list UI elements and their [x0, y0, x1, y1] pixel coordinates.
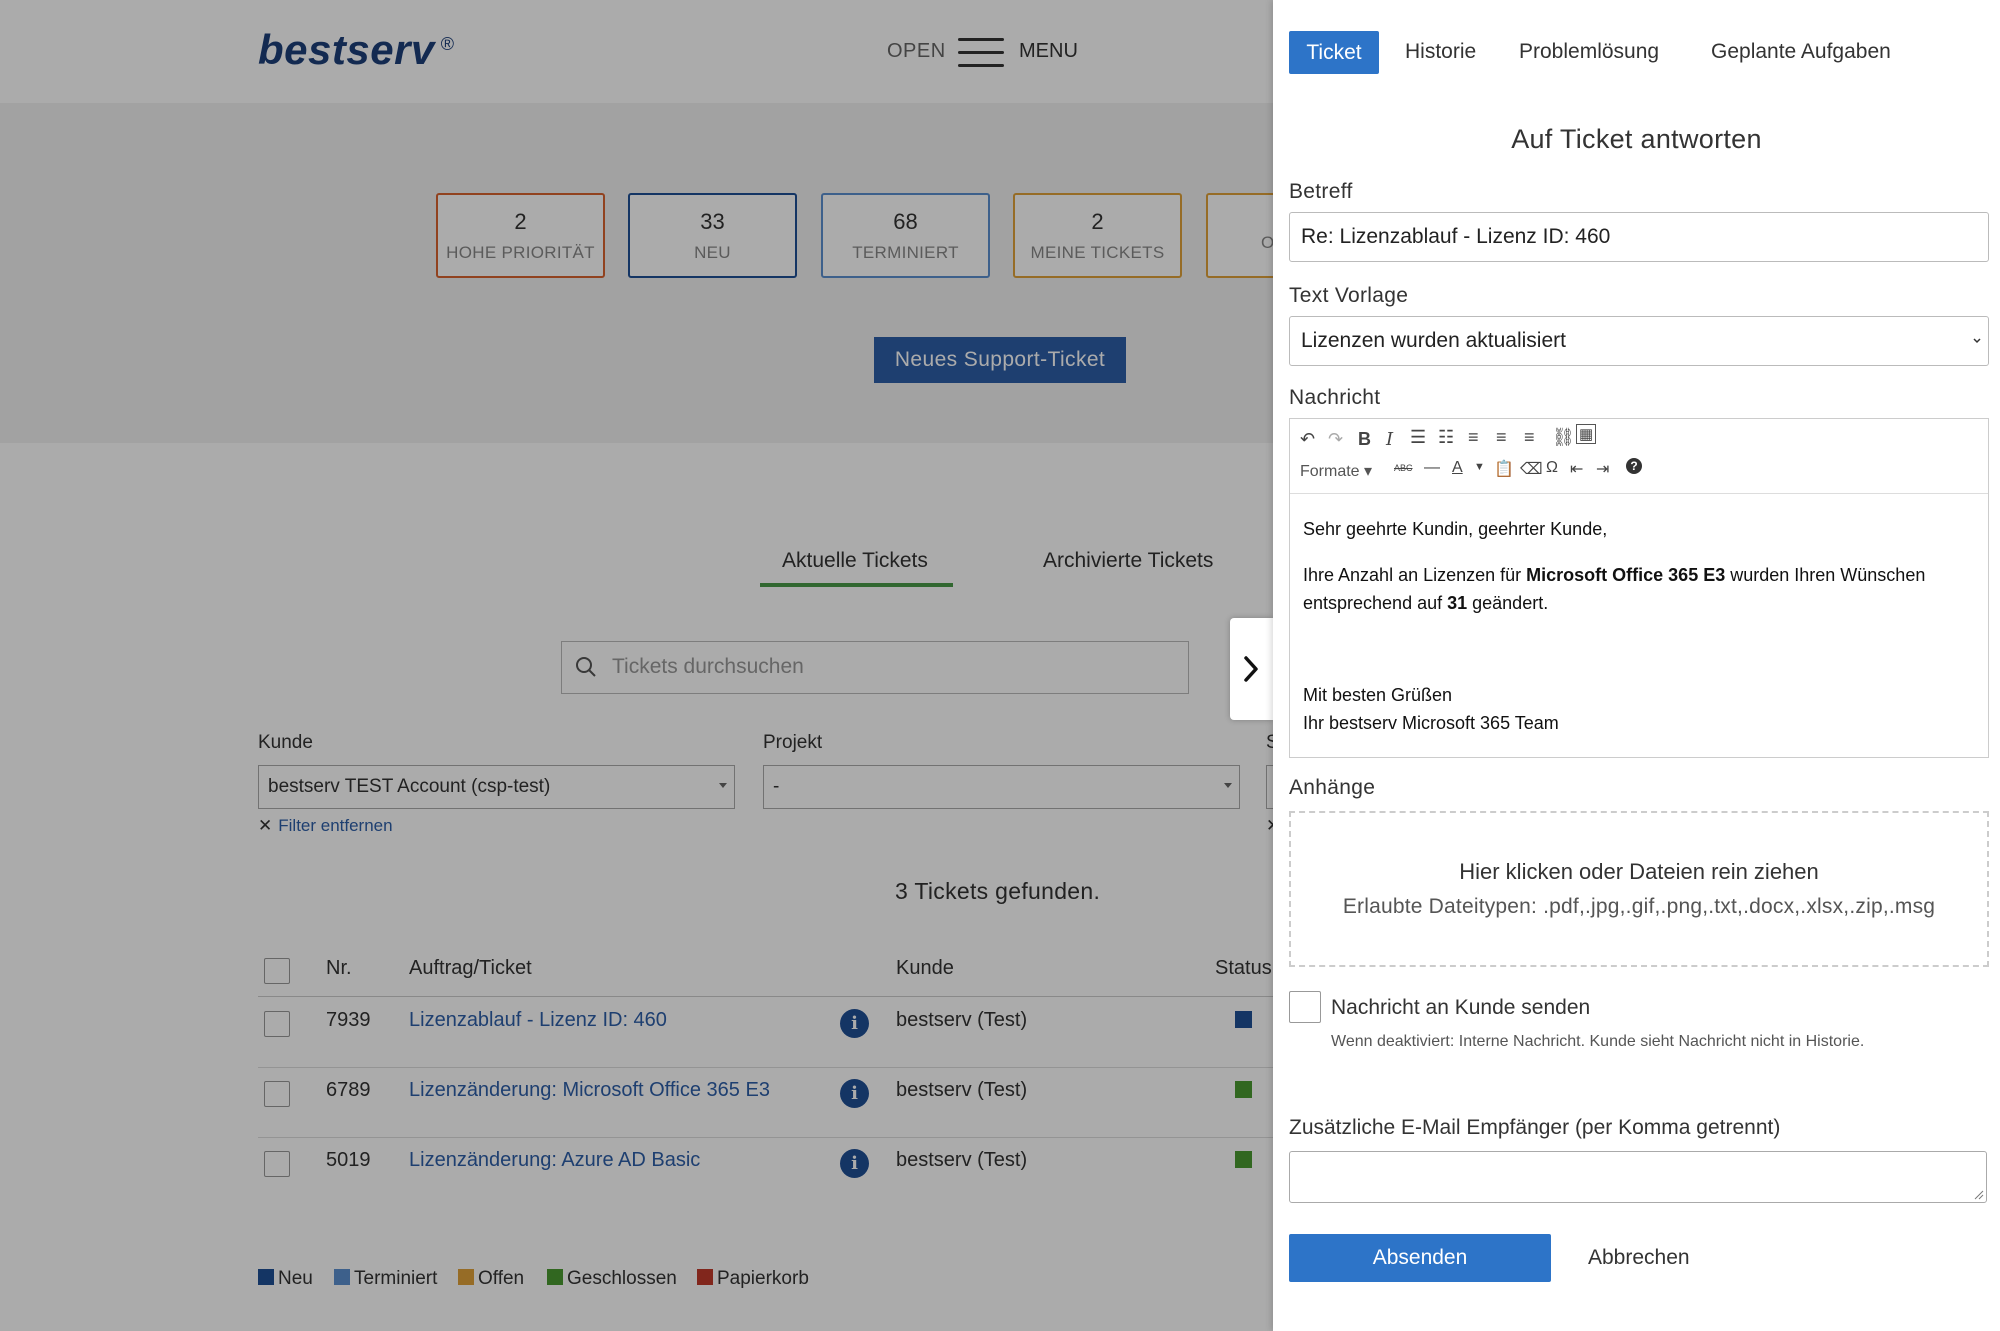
- chevron-down-icon[interactable]: ▼: [1474, 461, 1485, 473]
- editor-toolbar: ↶ ↷ B I ☰ ☷ ≡ ≡ ≡ ⛓ ▦ Formate ▾ ABC — A …: [1290, 419, 1988, 494]
- chevron-right-icon: [1244, 656, 1258, 682]
- dropzone-allowed-types: Erlaubte Dateitypen: .pdf,.jpg,.gif,.png…: [1342, 895, 1936, 918]
- subject-input[interactable]: Re: Lizenzablauf - Lizenz ID: 460: [1289, 212, 1989, 262]
- toolbar-toggle-icon[interactable]: ▦: [1576, 424, 1597, 444]
- extra-email-input[interactable]: [1289, 1151, 1987, 1203]
- dropzone-instruction: Hier klicken oder Dateien rein ziehen: [1459, 859, 1819, 884]
- message-paragraph: Ihre Anzahl an Lizenzen für Microsoft Of…: [1303, 565, 1926, 585]
- send-to-customer-checkbox[interactable]: [1289, 991, 1321, 1023]
- panel-title: Auf Ticket antworten: [1511, 124, 1762, 154]
- align-left-icon[interactable]: ≡: [1468, 427, 1479, 448]
- modal-backdrop[interactable]: [0, 0, 1273, 1331]
- rich-text-editor[interactable]: ↶ ↷ B I ☰ ☷ ≡ ≡ ≡ ⛓ ▦ Formate ▾ ABC — A …: [1289, 418, 1989, 758]
- message-greeting: Sehr geehrte Kundin, geehrter Kunde,: [1303, 519, 1608, 539]
- redo-icon[interactable]: ↷: [1328, 429, 1343, 450]
- link-icon[interactable]: ⛓: [1552, 427, 1575, 448]
- indent-icon[interactable]: ⇥: [1596, 459, 1609, 479]
- italic-icon[interactable]: I: [1386, 429, 1393, 450]
- panel-tab-planned-tasks[interactable]: Geplante Aufgaben: [1711, 40, 1891, 64]
- formats-label: Formate: [1300, 463, 1360, 480]
- subject-value: Re: Lizenzablauf - Lizenz ID: 460: [1301, 225, 1611, 248]
- align-center-icon[interactable]: ≡: [1496, 427, 1507, 448]
- panel-tab-history[interactable]: Historie: [1405, 40, 1476, 64]
- collapse-panel-button[interactable]: [1230, 618, 1273, 720]
- panel-tab-ticket[interactable]: Ticket: [1289, 31, 1379, 74]
- numbered-list-icon[interactable]: ☷: [1438, 427, 1454, 448]
- help-icon[interactable]: ?: [1626, 458, 1642, 474]
- resize-handle-icon[interactable]: [1972, 1188, 1984, 1200]
- template-select[interactable]: Lizenzen wurden aktualisiert: [1289, 316, 1989, 366]
- message-closing: Mit besten Grüßen: [1303, 685, 1453, 705]
- bold-icon[interactable]: B: [1358, 429, 1371, 450]
- horizontal-rule-icon[interactable]: —: [1424, 459, 1440, 477]
- extra-email-label: Zusätzliche E-Mail Empfänger (per Komma …: [1289, 1116, 1781, 1139]
- outdent-icon[interactable]: ⇤: [1570, 459, 1583, 479]
- text-color-icon[interactable]: A: [1452, 459, 1463, 477]
- submit-button[interactable]: Absenden: [1289, 1234, 1551, 1282]
- chevron-down-icon: [1973, 338, 1981, 344]
- editor-content[interactable]: Sehr geehrte Kundin, geehrter Kunde, Ihr…: [1303, 515, 1983, 737]
- paste-icon[interactable]: 📋: [1494, 459, 1514, 479]
- attachments-label: Anhänge: [1289, 776, 1376, 799]
- align-right-icon[interactable]: ≡: [1524, 427, 1535, 448]
- strikethrough-icon[interactable]: ABC: [1394, 463, 1413, 473]
- message-signature: Ihr bestserv Microsoft 365 Team: [1303, 713, 1559, 733]
- panel-tab-problem-solving[interactable]: Problemlösung: [1519, 40, 1659, 64]
- undo-icon[interactable]: ↶: [1300, 429, 1315, 450]
- send-to-customer-label[interactable]: Nachricht an Kunde senden: [1331, 996, 1590, 1020]
- bullet-list-icon[interactable]: ☰: [1410, 427, 1426, 448]
- clear-format-icon[interactable]: ⌫: [1520, 459, 1543, 479]
- special-character-icon[interactable]: Ω: [1546, 459, 1558, 477]
- template-value: Lizenzen wurden aktualisiert: [1301, 329, 1566, 352]
- cancel-button[interactable]: Abbrechen: [1588, 1246, 1690, 1270]
- ticket-overview-page: bestserv ® OPEN MENU 2 HOHE PRIORITÄT 33 …: [0, 0, 1273, 1331]
- message-label: Nachricht: [1289, 386, 1381, 409]
- subject-label: Betreff: [1289, 180, 1353, 203]
- formats-dropdown[interactable]: Formate ▾: [1300, 461, 1372, 481]
- file-dropzone[interactable]: Hier klicken oder Dateien rein ziehen Er…: [1289, 811, 1989, 967]
- template-label: Text Vorlage: [1289, 284, 1409, 307]
- message-paragraph-cont: entsprechend auf 31 geändert.: [1303, 593, 1549, 613]
- send-to-customer-hint: Wenn deaktiviert: Interne Nachricht. Kun…: [1331, 1033, 1865, 1050]
